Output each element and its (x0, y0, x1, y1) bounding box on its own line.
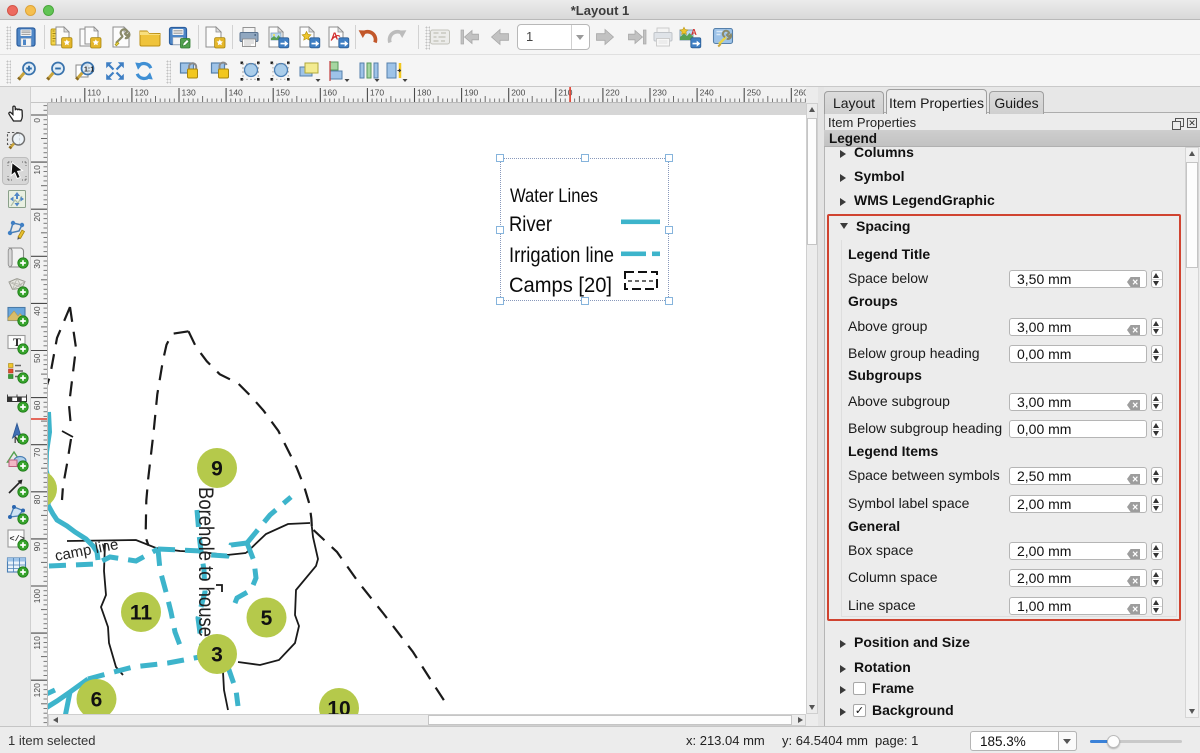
svg-text:50: 50 (32, 353, 42, 363)
svg-text:90: 90 (32, 542, 42, 552)
svg-text:30: 30 (32, 259, 42, 269)
svg-text:10: 10 (327, 698, 350, 715)
svg-text:5: 5 (261, 607, 273, 630)
svg-text:20: 20 (32, 212, 42, 222)
svg-text:230: 230 (653, 88, 667, 98)
svg-text:80: 80 (32, 495, 42, 505)
svg-text:6: 6 (91, 689, 103, 712)
svg-text:140: 140 (229, 88, 243, 98)
svg-text:9: 9 (211, 458, 223, 481)
svg-text:160: 160 (323, 88, 337, 98)
svg-text:Camps [20]: Camps [20] (509, 273, 612, 297)
svg-text:150: 150 (276, 88, 290, 98)
svg-text:Water Lines: Water Lines (510, 185, 598, 207)
svg-text:A: A (691, 28, 697, 37)
svg-text:60: 60 (32, 400, 42, 410)
svg-text:220: 220 (605, 88, 619, 98)
svg-text:120: 120 (32, 683, 42, 697)
svg-text:180: 180 (417, 88, 431, 98)
svg-text:200: 200 (511, 88, 525, 98)
svg-text:130: 130 (182, 88, 196, 98)
svg-text:110: 110 (87, 88, 101, 98)
svg-text:3: 3 (211, 644, 223, 667)
svg-text:10: 10 (32, 165, 42, 175)
svg-text:250: 250 (747, 88, 761, 98)
svg-text:0: 0 (32, 118, 42, 123)
svg-text:240: 240 (700, 88, 714, 98)
svg-text:40: 40 (32, 306, 42, 316)
svg-text:100: 100 (32, 589, 42, 603)
svg-text:110: 110 (32, 636, 42, 650)
svg-text:Borehole to house: Borehole to house (194, 487, 217, 637)
svg-text:70: 70 (32, 447, 42, 457)
svg-text:260: 260 (794, 88, 806, 98)
svg-text:190: 190 (464, 88, 478, 98)
svg-text:170: 170 (370, 88, 384, 98)
svg-text:11: 11 (130, 602, 153, 625)
svg-text:120: 120 (134, 88, 148, 98)
svg-text:Irrigation line: Irrigation line (509, 243, 614, 267)
svg-text:River: River (509, 212, 552, 236)
svg-text:1:1: 1:1 (84, 67, 94, 74)
